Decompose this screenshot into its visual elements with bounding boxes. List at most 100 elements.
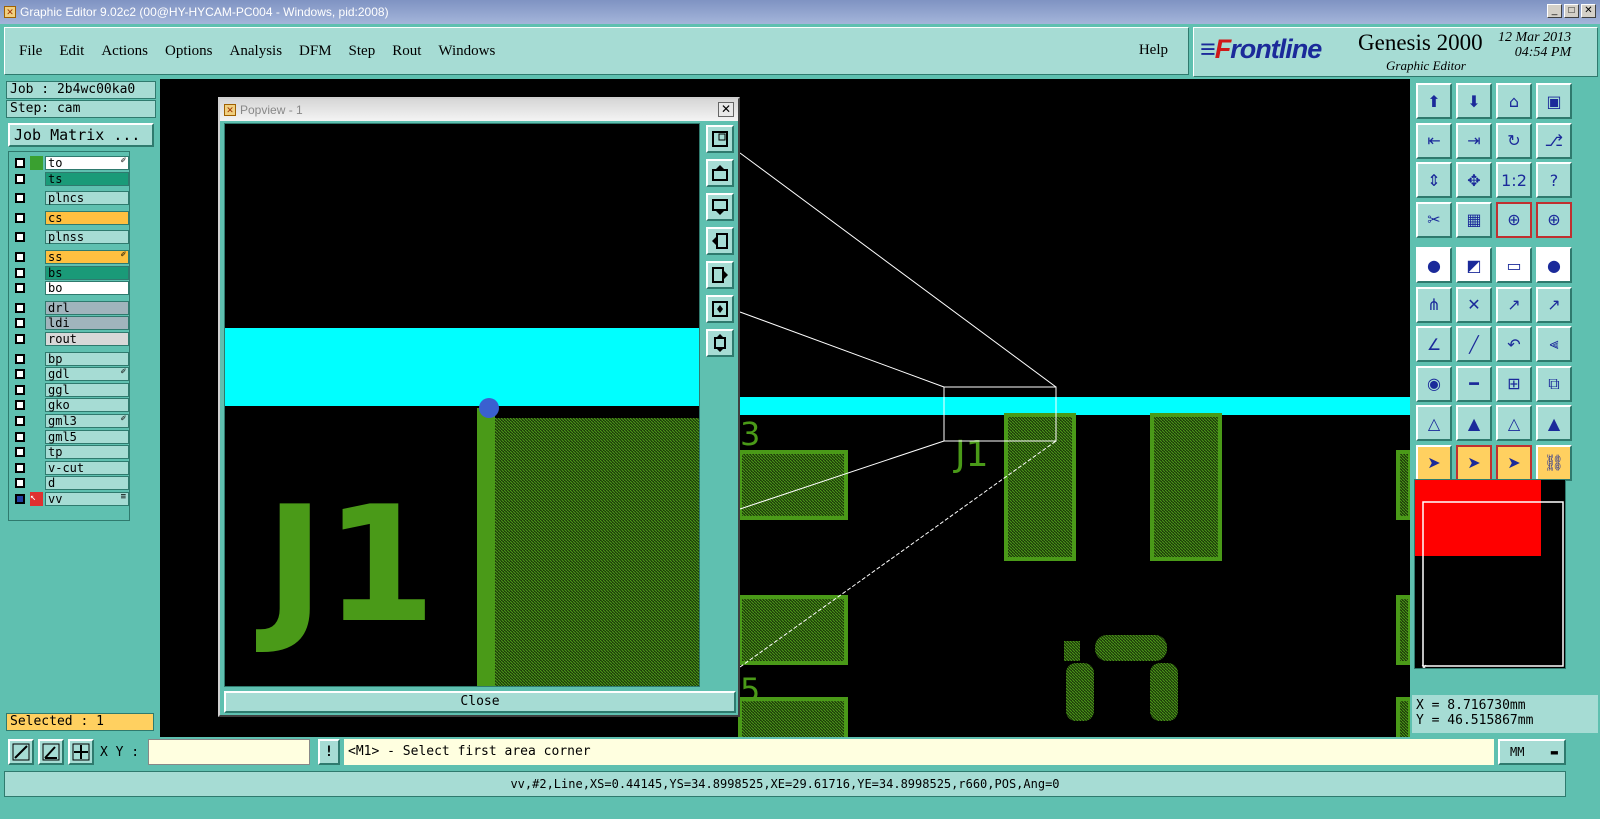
- menu-dfm[interactable]: DFM: [299, 43, 332, 60]
- layer-row[interactable]: ts: [11, 171, 129, 186]
- menu-options[interactable]: Options: [165, 43, 213, 60]
- layer-row[interactable]: gml3 ✐: [11, 414, 129, 428]
- layer-checkbox[interactable]: [15, 173, 25, 184]
- layer-color-swatch[interactable]: [30, 156, 43, 170]
- popview-zoom-icon[interactable]: [706, 125, 734, 153]
- connect-icon[interactable]: ⋔: [1416, 286, 1452, 323]
- pad-icon[interactable]: ●: [1416, 247, 1452, 283]
- triangle-icon[interactable]: △: [1416, 405, 1452, 441]
- layer-row[interactable]: gdl ✐: [11, 367, 129, 382]
- layer-color-swatch[interactable]: [30, 316, 43, 330]
- layer-name[interactable]: ts: [45, 171, 129, 186]
- net-highlight2-icon[interactable]: ⊕: [1536, 201, 1572, 238]
- layer-name[interactable]: ggl: [45, 382, 129, 397]
- layer-name[interactable]: drl: [45, 300, 129, 315]
- layer-color-swatch[interactable]: ↖: [30, 492, 43, 506]
- popview-expand-icon[interactable]: [706, 329, 734, 357]
- layer-name[interactable]: bp: [45, 351, 129, 366]
- layer-row[interactable]: bs: [11, 265, 129, 280]
- layer-name[interactable]: v-cut: [45, 460, 129, 475]
- layer-color-swatch[interactable]: [30, 461, 43, 475]
- menu-file[interactable]: File: [19, 43, 42, 60]
- zoom-down-icon[interactable]: ⬇: [1456, 83, 1492, 119]
- layer-checkbox[interactable]: [15, 353, 25, 364]
- scale-1-2-icon[interactable]: 1:2: [1496, 162, 1532, 198]
- snap-angle-icon[interactable]: [38, 739, 64, 765]
- layer-row[interactable]: rout: [11, 332, 129, 346]
- close-window-button[interactable]: ✕: [1581, 4, 1596, 18]
- layer-color-swatch[interactable]: [30, 430, 43, 444]
- menu-step[interactable]: Step: [349, 43, 376, 60]
- layer-checkbox[interactable]: [15, 252, 25, 262]
- layer-color-swatch[interactable]: [30, 250, 43, 264]
- pan-right-icon[interactable]: ⇥: [1456, 122, 1492, 159]
- layer-row[interactable]: drl: [11, 300, 129, 315]
- layer-name[interactable]: d: [45, 476, 129, 491]
- layer-row[interactable]: tp: [11, 445, 129, 460]
- layer-checkbox[interactable]: [15, 283, 25, 294]
- select3-icon[interactable]: ➤: [1496, 444, 1532, 481]
- select2-icon[interactable]: ➤: [1456, 444, 1492, 481]
- units-select[interactable]: MM ▬: [1498, 739, 1566, 765]
- layer-name[interactable]: to: [45, 156, 129, 170]
- add-pad-icon[interactable]: ◉: [1416, 365, 1452, 402]
- layer-checkbox[interactable]: [15, 384, 25, 395]
- layer-checkbox[interactable]: [15, 369, 25, 380]
- layer-name[interactable]: cs: [45, 210, 129, 225]
- layer-checkbox[interactable]: [15, 494, 25, 504]
- layer-name[interactable]: vv: [45, 492, 129, 506]
- snap-grid-icon[interactable]: [8, 739, 34, 765]
- move-icon[interactable]: ↗: [1496, 286, 1532, 323]
- popview-pan-up-icon[interactable]: [706, 159, 734, 187]
- move2-icon[interactable]: ↗: [1536, 286, 1572, 323]
- help-icon[interactable]: ?: [1536, 162, 1572, 198]
- layer-checkbox[interactable]: [15, 462, 25, 473]
- layer-row[interactable]: bo: [11, 281, 129, 296]
- popview-canvas[interactable]: J1: [224, 123, 700, 687]
- layer-checkbox[interactable]: [15, 267, 25, 278]
- layer-checkbox[interactable]: [15, 318, 25, 329]
- fit-vertical-icon[interactable]: ⇕: [1416, 162, 1452, 198]
- measure-icon[interactable]: ✂: [1416, 201, 1452, 238]
- layer-color-swatch[interactable]: [30, 476, 43, 490]
- xy-input[interactable]: [148, 739, 310, 765]
- layer-name[interactable]: gdl: [45, 367, 129, 382]
- layer-color-swatch[interactable]: [30, 211, 43, 225]
- copy-icon[interactable]: ⧉: [1536, 365, 1572, 402]
- layer-checkbox[interactable]: [15, 447, 25, 458]
- popview-window[interactable]: ✕ Popview - 1 ✕ J1 Close: [218, 97, 740, 717]
- layer-name[interactable]: gko: [45, 398, 129, 413]
- layer-name[interactable]: bo: [45, 281, 129, 296]
- layer-row[interactable]: v-cut: [11, 460, 129, 475]
- snap-center-icon[interactable]: [68, 739, 94, 765]
- layer-row[interactable]: gml5: [11, 429, 129, 444]
- layer-color-swatch[interactable]: [30, 281, 43, 295]
- layer-checkbox[interactable]: [15, 212, 25, 223]
- circle-icon[interactable]: ●: [1536, 247, 1572, 283]
- layer-color-swatch[interactable]: [30, 172, 43, 186]
- layer-color-swatch[interactable]: [30, 266, 43, 280]
- layer-row[interactable]: ss ✐: [11, 250, 129, 264]
- panel-icon[interactable]: ▣: [1536, 83, 1572, 119]
- select-icon[interactable]: ➤: [1416, 444, 1452, 481]
- layer-color-swatch[interactable]: [30, 352, 43, 366]
- popview-title-bar[interactable]: ✕ Popview - 1 ✕: [220, 99, 738, 121]
- layer-color-swatch[interactable]: [30, 414, 43, 428]
- triangle2-icon[interactable]: ▲: [1456, 405, 1492, 441]
- overview-map[interactable]: ×: [1414, 479, 1566, 669]
- menu-windows[interactable]: Windows: [438, 43, 495, 60]
- layer-color-swatch[interactable]: [30, 301, 43, 315]
- layer-color-swatch[interactable]: [30, 367, 43, 381]
- mirror-icon[interactable]: ⫷: [1536, 326, 1572, 362]
- layer-checkbox[interactable]: [15, 158, 25, 168]
- layer-color-swatch[interactable]: [30, 383, 43, 397]
- layer-row[interactable]: ↖ vv ≡: [11, 492, 129, 506]
- menu-analysis[interactable]: Analysis: [230, 43, 283, 60]
- layer-name[interactable]: gml3: [45, 414, 129, 428]
- layer-name[interactable]: gml5: [45, 429, 129, 444]
- popview-pan-down-icon[interactable]: [706, 193, 734, 221]
- net-highlight-icon[interactable]: ⊕: [1496, 201, 1532, 238]
- layer-row[interactable]: ldi: [11, 316, 129, 331]
- layer-checkbox[interactable]: [15, 232, 25, 243]
- layer-name[interactable]: ss: [45, 250, 129, 264]
